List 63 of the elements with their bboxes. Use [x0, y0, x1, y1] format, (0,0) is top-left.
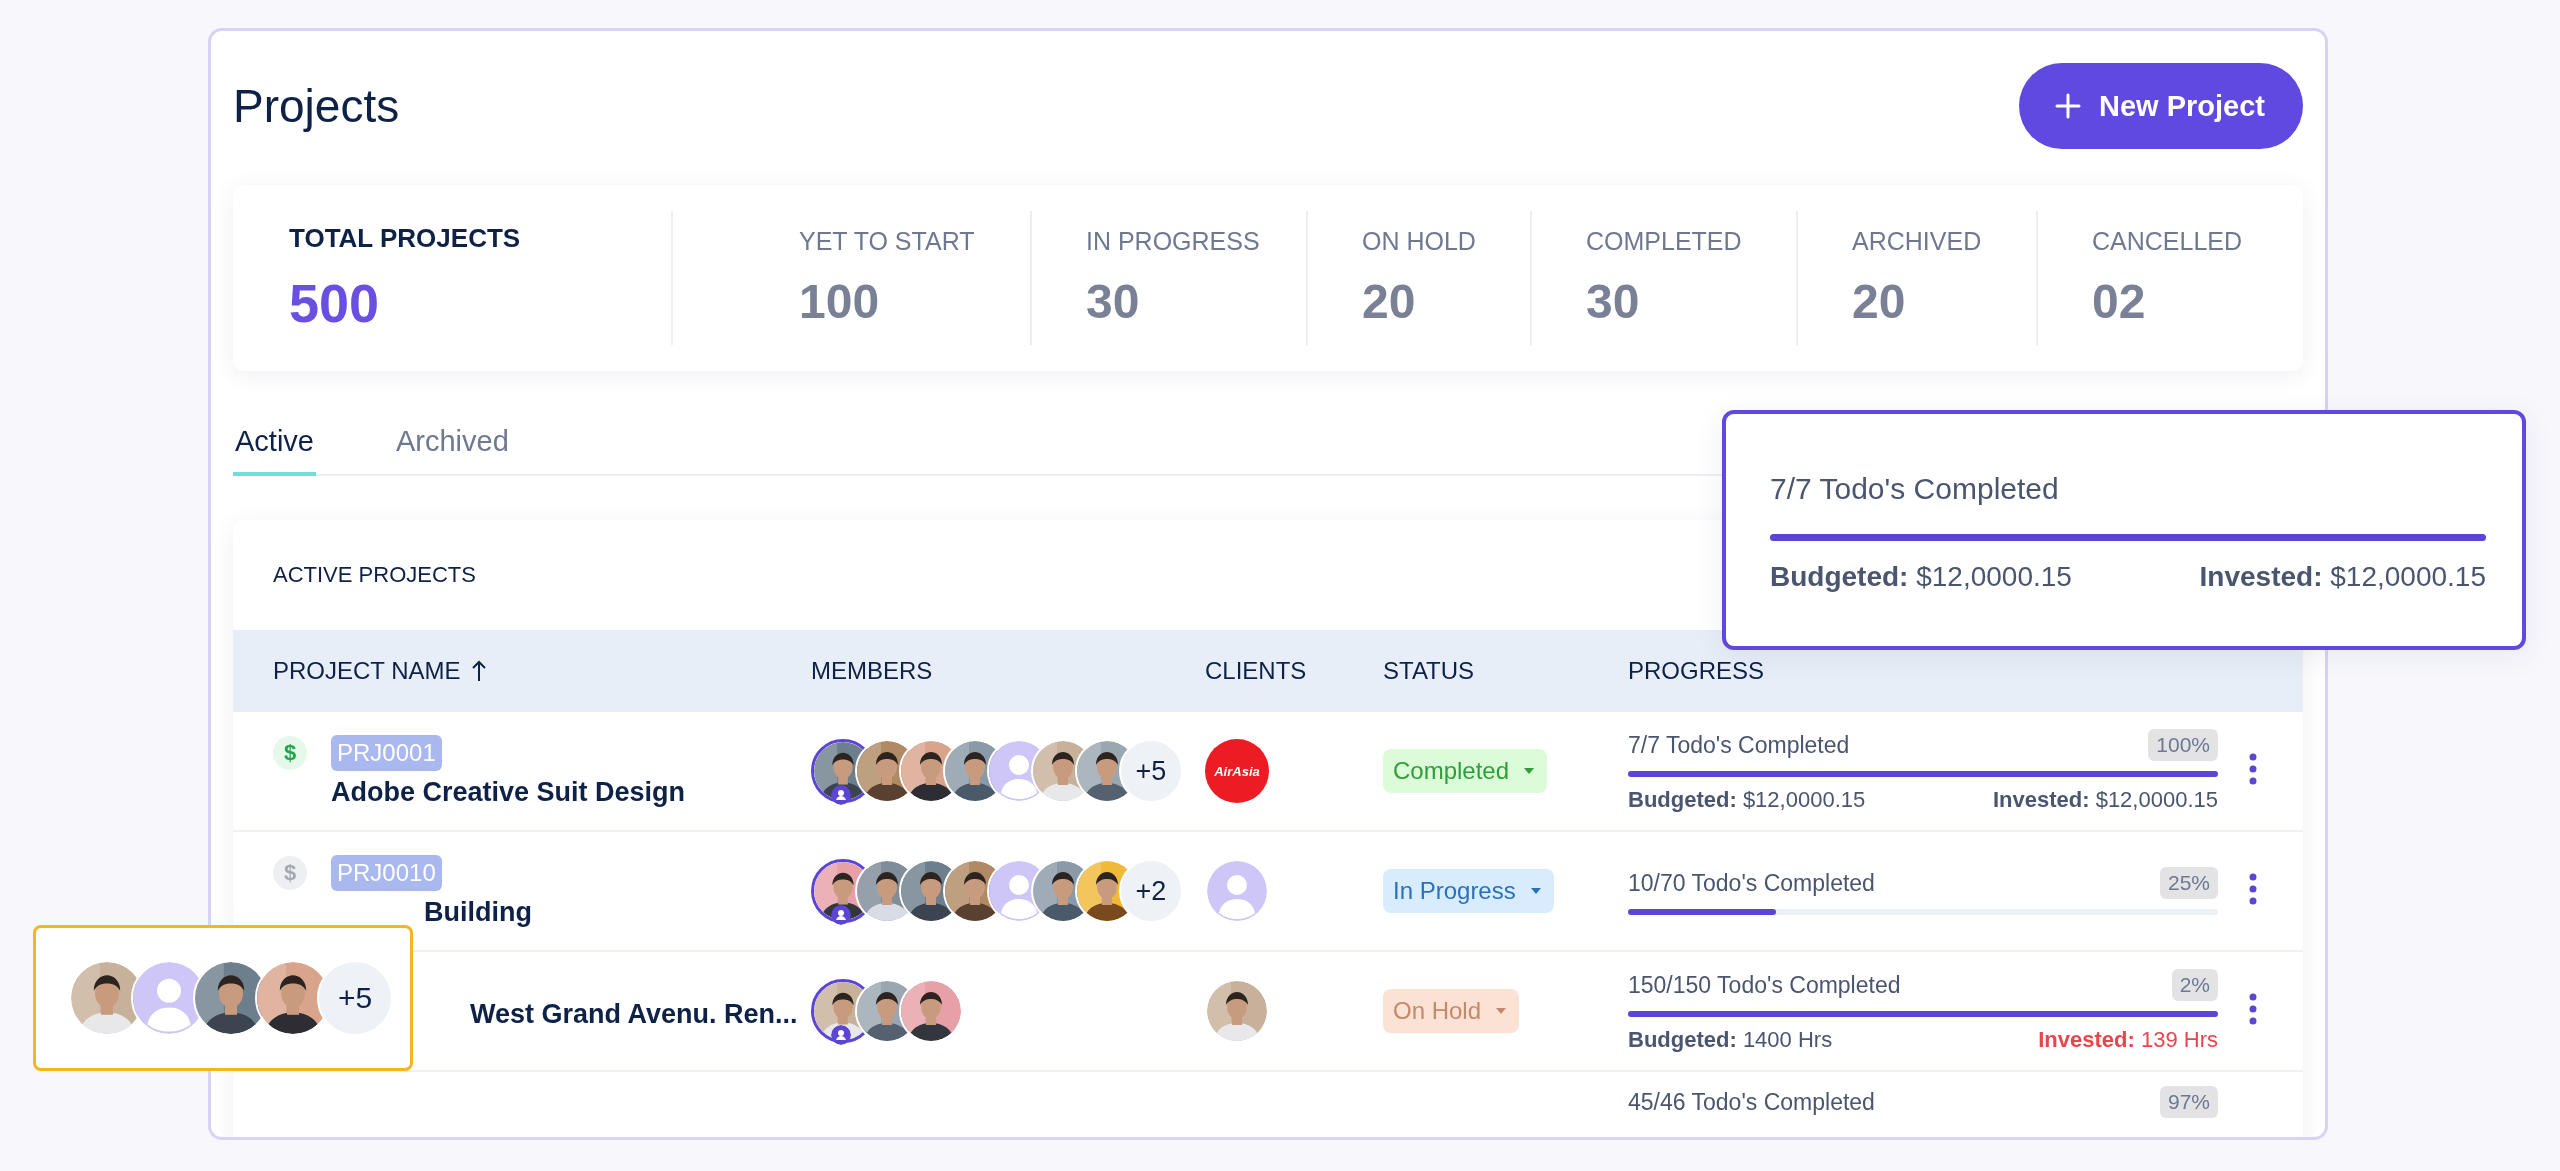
column-header[interactable]: CLIENTS	[1205, 657, 1307, 685]
stat-value: 500	[289, 271, 381, 334]
project-name[interactable]: West Grand Avenu. Ren...	[470, 998, 811, 1030]
more-options-icon[interactable]	[2249, 993, 2257, 1025]
project-code: PRJ0010	[331, 854, 442, 891]
stat-label: ON HOLD	[1362, 227, 1477, 256]
invested-text: Invested: $12,0000.15	[2199, 561, 2486, 593]
table-title: ACTIVE PROJECTS	[273, 562, 476, 588]
new-project-button[interactable]: New Project	[2019, 63, 2303, 149]
project-name[interactable]: Adobe Creative Suit Design	[331, 776, 811, 808]
stat-value: 02	[2092, 274, 2147, 329]
invested-text: Invested: $12,0000.15	[1992, 787, 2218, 813]
dollar-icon: $	[273, 855, 307, 890]
stat-label: IN PROGRESS	[1086, 227, 1261, 256]
percent-label: 97%	[2159, 1086, 2218, 1118]
project-code: PRJ0001	[331, 734, 442, 771]
stat-label: YET TO START	[799, 227, 976, 256]
todo-count: 45/46 Todo's Completed	[1628, 1088, 1875, 1116]
stat-label: TOTAL PROJECTS	[289, 222, 522, 254]
stat-label: COMPLETED	[1586, 227, 1743, 256]
avatar-icon	[1205, 859, 1269, 923]
todo-count: 10/70 Todo's Completed	[1628, 869, 1875, 897]
column-header[interactable]: STATUS	[1383, 657, 1475, 685]
user-badge-icon	[831, 1025, 851, 1045]
more-options-icon[interactable]	[2249, 753, 2257, 785]
column-header[interactable]: MEMBERS	[811, 657, 933, 685]
page-title: Projects	[233, 79, 400, 133]
user-badge-icon	[831, 785, 851, 805]
stat-value: 30	[1586, 274, 1641, 329]
user-badge-icon	[831, 905, 851, 925]
todo-count: 150/150 Todo's Completed	[1628, 971, 1901, 999]
plus-icon	[2055, 93, 2081, 119]
stat-value: 30	[1086, 274, 1141, 329]
dollar-icon: $	[273, 735, 307, 770]
client-logo: AirAsia	[1205, 739, 1269, 803]
caret-icon	[1495, 1007, 1508, 1015]
todo-count: 7/7 Todo's Completed	[1770, 472, 2060, 506]
tab[interactable]: Active	[233, 425, 316, 476]
budget-text: Budgeted: $12,0000.15	[1628, 787, 1866, 813]
sort-up-icon[interactable]	[470, 660, 487, 682]
invested-text: Invested: 139 Hrs	[2038, 1027, 2218, 1053]
status-dropdown[interactable]: In Progress	[1383, 869, 1554, 913]
stat-label: ARCHIVED	[1852, 227, 1983, 256]
more-members-count[interactable]: +5	[317, 960, 393, 1036]
percent-label: 2%	[2171, 969, 2218, 1001]
tab[interactable]: Archived	[394, 425, 511, 476]
caret-icon	[1523, 767, 1536, 775]
caret-icon	[1529, 887, 1542, 895]
column-header[interactable]: PROGRESS	[1628, 657, 1765, 685]
more-options-icon[interactable]	[2249, 873, 2257, 905]
project-name[interactable]: Building	[424, 896, 811, 928]
percent-label: 25%	[2159, 867, 2218, 899]
more-members-count[interactable]: +5	[1119, 739, 1183, 803]
budget-text: Budgeted: $12,0000.15	[1770, 561, 2072, 593]
column-header[interactable]: PROJECT NAME	[273, 657, 487, 685]
stat-value: 100	[799, 274, 881, 329]
stat-value: 20	[1852, 274, 1907, 329]
todo-count: 7/7 Todo's Completed	[1628, 731, 1850, 759]
percent-label: 100%	[2148, 729, 2218, 761]
stat-value: 20	[1362, 274, 1417, 329]
stat-label: CANCELLED	[2092, 227, 2244, 256]
budget-text: Budgeted: 1400 Hrs	[1628, 1027, 1833, 1053]
more-members-count[interactable]: +2	[1119, 859, 1183, 923]
